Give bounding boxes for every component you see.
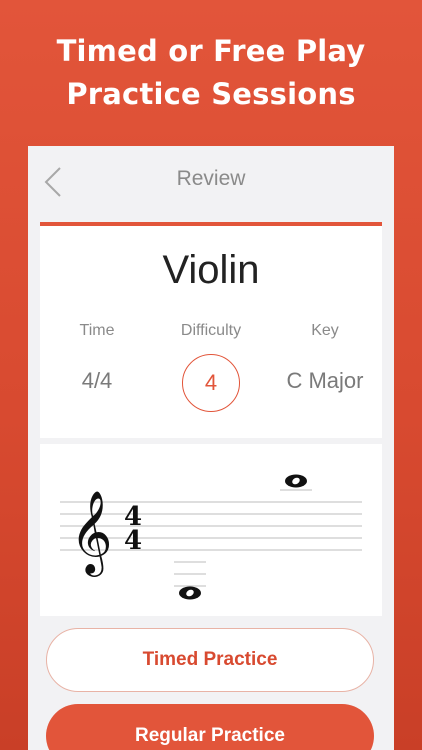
whole-note-lower: [179, 586, 201, 600]
music-staff-card: 𝄞 4 4: [40, 444, 382, 616]
time-signature-bottom: 4: [124, 526, 142, 556]
promo-headline-line1: Timed or Free Play: [56, 34, 366, 68]
music-staff: 𝄞 4 4: [60, 474, 362, 600]
time-value: 4/4: [81, 368, 113, 393]
promo-headline-line2: Practice Sessions: [66, 77, 356, 111]
navigation-bar: Review: [28, 146, 394, 220]
regular-practice-button[interactable]: Regular Practice: [46, 704, 374, 750]
timed-practice-button[interactable]: Timed Practice: [46, 628, 374, 692]
difficulty-badge: 4: [182, 354, 240, 412]
review-info-card: Violin Time 4/4 Difficulty 4 Key C Major: [40, 226, 382, 438]
time-label: Time: [79, 322, 115, 339]
whole-note-upper: [285, 474, 307, 488]
promo-headline: Timed or Free Play Practice Sessions: [0, 30, 422, 116]
app-screen: Review Violin Time 4/4 Difficulty 4 Key …: [28, 146, 394, 750]
difficulty-label: Difficulty: [180, 322, 242, 339]
instrument-name: Violin: [162, 248, 260, 292]
treble-clef-icon: 𝄞: [70, 489, 113, 577]
key-value: C Major: [286, 368, 364, 393]
key-label: Key: [311, 322, 339, 339]
page-title: Review: [176, 167, 246, 190]
